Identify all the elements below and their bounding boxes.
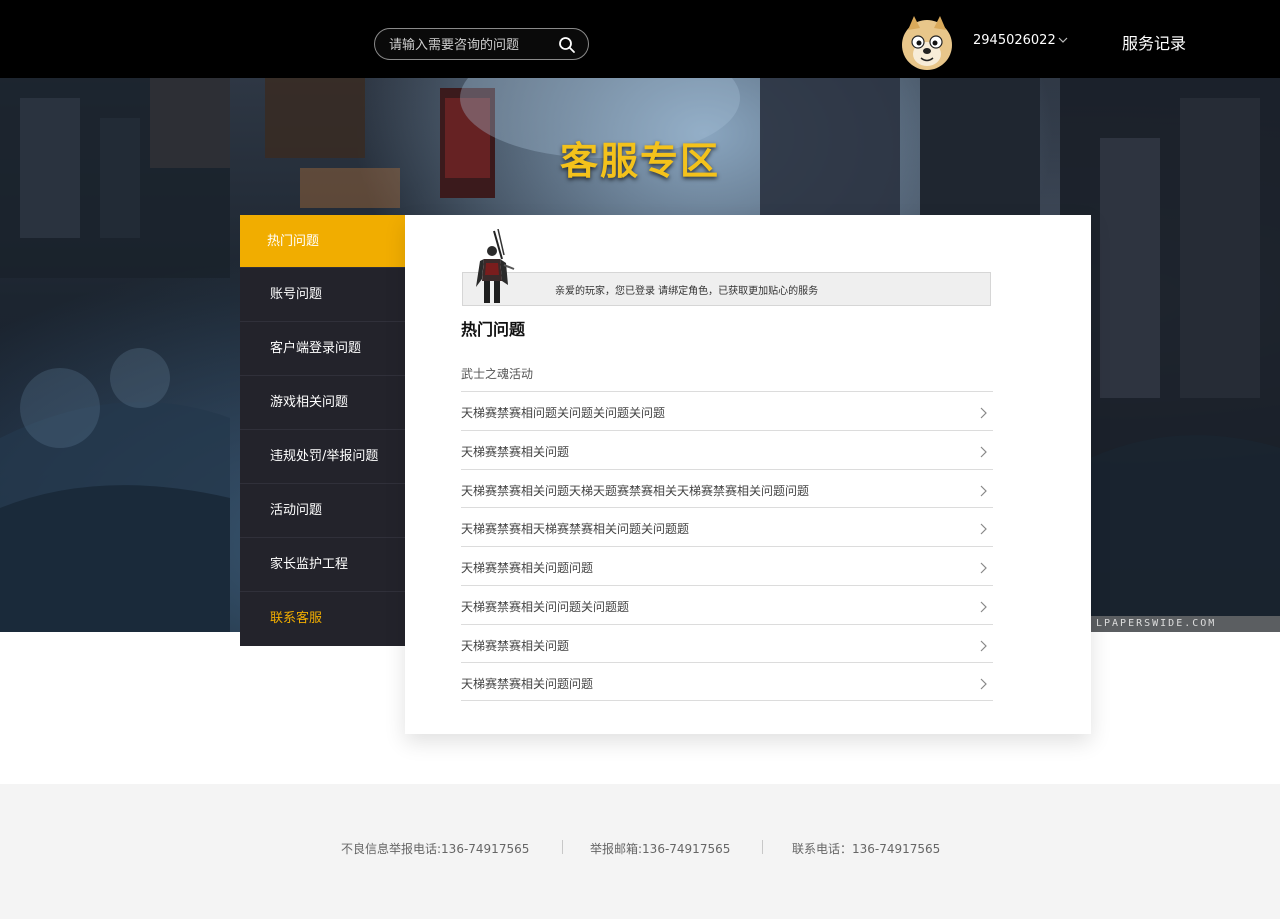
question-text: 天梯赛禁赛相天梯赛禁赛相关问题关问题题 [461, 522, 690, 537]
search-input[interactable] [389, 35, 554, 55]
question-row[interactable]: 天梯赛禁赛相关问题 [461, 429, 993, 469]
question-row[interactable]: 天梯赛禁赛相关问问题关问题题 [461, 584, 993, 624]
character-figure-icon [476, 229, 515, 303]
featured-activity-link[interactable]: 武士之魂活动 [461, 365, 533, 382]
dog-avatar-icon[interactable] [898, 14, 956, 72]
chevron-right-icon [980, 407, 987, 419]
question-row[interactable]: 天梯赛禁赛相关问题问题 [461, 546, 993, 585]
chevron-right-icon [980, 523, 987, 535]
footer-report-phone: 不良信息举报电话:136-74917565 [341, 842, 530, 856]
search-icon[interactable] [558, 36, 576, 54]
chevron-right-icon [980, 562, 987, 574]
login-notice: 亲爱的玩家，您已登录 请绑定角色，已获取更加贴心的服务 [462, 272, 991, 306]
question-row[interactable]: 天梯赛禁赛相天梯赛禁赛相关问题关问题题 [461, 507, 993, 546]
question-text: 天梯赛禁赛相关问问题关问题题 [461, 599, 630, 614]
section-title: 热门问题 [461, 320, 526, 339]
wallpaper-watermark: LPAPERSWIDE.COM [1090, 616, 1280, 632]
question-text: 天梯赛禁赛相问题关问题关问题关问题 [461, 406, 666, 420]
sidebar-item-hot-questions[interactable]: 热门问题 [240, 215, 405, 268]
top-bar: 2945026022 服务记录 [0, 0, 1280, 78]
footer-divider [562, 840, 563, 854]
sidebar-item-game[interactable]: 游戏相关问题 [240, 376, 405, 430]
question-text: 天梯赛禁赛相关问题问题 [461, 677, 594, 692]
chevron-right-icon [980, 678, 987, 690]
question-row[interactable]: 天梯赛禁赛相问题关问题关问题关问题 [461, 391, 993, 430]
question-row[interactable]: 天梯赛禁赛相关问题 [461, 623, 993, 663]
footer-report-email: 举报邮箱:136-74917565 [590, 842, 731, 856]
sidebar-item-activity[interactable]: 活动问题 [240, 484, 405, 538]
login-notice-text: 亲爱的玩家，您已登录 请绑定角色，已获取更加贴心的服务 [555, 286, 819, 297]
chevron-right-icon [980, 601, 987, 613]
question-text: 天梯赛禁赛相关问题天梯天题赛禁赛相关天梯赛禁赛相关问题问题 [461, 483, 810, 498]
sidebar-item-client-login[interactable]: 客户端登录问题 [240, 322, 405, 376]
service-record-link[interactable]: 服务记录 [1122, 30, 1186, 54]
banner-title: 客服专区 [559, 139, 720, 183]
main-card: 亲爱的玩家，您已登录 请绑定角色，已获取更加贴心的服务 热门问题 武士之魂活动 … [405, 215, 1091, 734]
user-id[interactable]: 2945026022 [973, 33, 1056, 48]
footer: 不良信息举报电话:136-74917565 举报邮箱:136-74917565 … [0, 784, 1280, 919]
question-list: 天梯赛禁赛相问题关问题关问题关问题 天梯赛禁赛相关问题 天梯赛禁赛相关问题天梯天… [461, 391, 993, 701]
search-box[interactable] [374, 28, 589, 60]
question-row[interactable]: 天梯赛禁赛相关问题天梯天题赛禁赛相关天梯赛禁赛相关问题问题 [461, 468, 993, 508]
chevron-right-icon [980, 446, 987, 458]
sidebar-item-account[interactable]: 账号问题 [240, 268, 405, 322]
chevron-right-icon [980, 640, 987, 651]
question-text: 天梯赛禁赛相关问题问题 [461, 561, 594, 575]
sidebar-item-parental-guard[interactable]: 家长监护工程 [240, 538, 405, 592]
sidebar-nav: 热门问题 账号问题 客户端登录问题 游戏相关问题 违规处罚/举报问题 活动问题 … [240, 215, 405, 646]
sidebar-item-contact-support[interactable]: 联系客服 [240, 592, 405, 646]
question-text: 天梯赛禁赛相关问题 [461, 444, 570, 459]
chevron-down-icon[interactable] [1058, 36, 1068, 44]
question-text: 天梯赛禁赛相关问题 [461, 638, 570, 653]
question-row[interactable]: 天梯赛禁赛相关问题问题 [461, 662, 993, 701]
chevron-right-icon [980, 485, 987, 496]
footer-divider [762, 840, 763, 854]
footer-contact-phone: 联系电话：136-74917565 [792, 842, 941, 856]
sidebar-item-violation-report[interactable]: 违规处罚/举报问题 [240, 430, 405, 484]
